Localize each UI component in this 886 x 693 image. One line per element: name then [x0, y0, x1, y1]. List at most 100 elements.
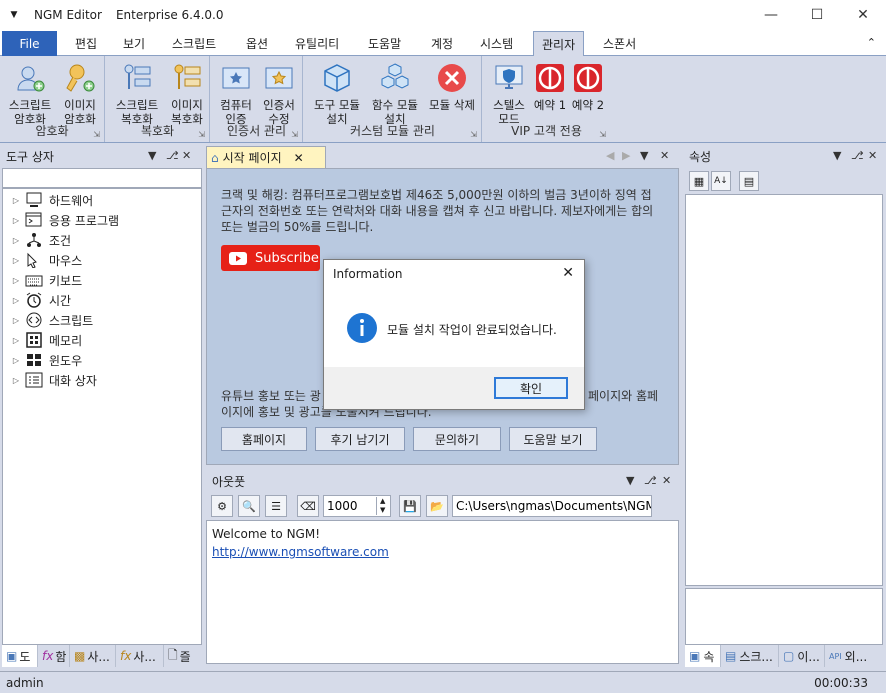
tab-edit[interactable]: 편집	[75, 35, 97, 52]
website-link[interactable]: http://www.ngmsoftware.com	[212, 543, 673, 561]
repeat-input[interactable]	[324, 499, 376, 513]
tab-favorites[interactable]: 🗋 즐	[164, 645, 202, 667]
reserve-1-button[interactable]: 예약 1	[531, 62, 569, 112]
install-function-module-button[interactable]: 함수 모듈 설치	[366, 62, 424, 126]
dialog-close-icon[interactable]: ✕	[562, 265, 574, 281]
tab-functions[interactable]: fx 함	[38, 645, 70, 667]
edit-certificate-button[interactable]: 인증서 수정	[257, 62, 301, 126]
tree-item-hardware[interactable]: ▷ 하드웨어	[3, 190, 93, 210]
reserve-2-button[interactable]: 예약 2	[569, 62, 607, 112]
expand-arrow-icon[interactable]: ▷	[9, 376, 23, 385]
computer-auth-button[interactable]: 컴퓨터 인증	[215, 62, 257, 126]
stealth-mode-button[interactable]: 스텔스 모드	[487, 62, 531, 126]
panel-menu-icon[interactable]: ▼	[148, 149, 156, 162]
expand-arrow-icon[interactable]: ▷	[9, 356, 23, 365]
inquiry-button[interactable]: 문의하기	[413, 427, 501, 451]
sort-az-button[interactable]: A↓	[711, 171, 731, 191]
tab-close-icon[interactable]: ✕	[294, 151, 304, 165]
expand-arrow-icon[interactable]: ▷	[9, 316, 23, 325]
save-button[interactable]: 💾	[399, 495, 421, 517]
decrypt-script-button[interactable]: 스크립트 복호화	[110, 62, 164, 126]
maximize-button[interactable]: ☐	[794, 0, 840, 30]
dialog-launcher-icon[interactable]: ⇲	[470, 130, 477, 139]
dialog-launcher-icon[interactable]: ⇲	[198, 130, 205, 139]
pin-icon[interactable]: ⎇	[644, 474, 657, 487]
tab-help[interactable]: 도움말	[368, 35, 401, 52]
encrypt-script-button[interactable]: 스크립트 암호화	[4, 62, 56, 126]
tab-sponsor[interactable]: 스폰서	[603, 35, 636, 52]
tree-item-dialog[interactable]: ▷ 대화 상자	[3, 370, 97, 390]
property-pages-button[interactable]: ▤	[739, 171, 759, 191]
tab-images[interactable]: ▢ 이...	[779, 645, 825, 667]
panel-close-icon[interactable]: ✕	[868, 149, 877, 162]
tab-options[interactable]: 옵션	[246, 35, 268, 52]
tab-system[interactable]: 시스템	[480, 35, 513, 52]
erase-button[interactable]: ⌫	[297, 495, 319, 517]
open-folder-button[interactable]: 📂	[426, 495, 448, 517]
dialog-launcher-icon[interactable]: ⇲	[599, 130, 606, 139]
homepage-button[interactable]: 홈페이지	[221, 427, 307, 451]
scroll-right-icon[interactable]: ▶	[622, 149, 630, 162]
minimize-button[interactable]: —	[748, 0, 794, 30]
help-button[interactable]: 도움말 보기	[509, 427, 597, 451]
expand-arrow-icon[interactable]: ▷	[9, 236, 23, 245]
dialog-launcher-icon[interactable]: ⇲	[291, 130, 298, 139]
write-review-button[interactable]: 후기 남기기	[315, 427, 405, 451]
tree-item-window[interactable]: ▷ 윈도우	[3, 350, 82, 370]
categorized-button[interactable]: ▦	[689, 171, 709, 191]
tree-item-condition[interactable]: ▷ 조건	[3, 230, 71, 250]
repeat-stepper[interactable]: ▲▼	[323, 495, 391, 517]
pin-icon[interactable]: ⎇	[166, 149, 179, 162]
tab-account[interactable]: 계정	[431, 35, 453, 52]
system-menu-icon[interactable]: ▼	[4, 10, 24, 20]
clear-output-button[interactable]: ⚙	[211, 495, 233, 517]
encrypt-image-button[interactable]: 이미지 암호화	[56, 62, 104, 126]
close-button[interactable]: ✕	[840, 0, 886, 30]
tab-toolbox[interactable]: ▣ 도	[2, 645, 38, 667]
document-close-icon[interactable]: ✕	[660, 149, 669, 162]
panel-menu-icon[interactable]: ▼	[833, 149, 841, 162]
dialog-launcher-icon[interactable]: ⇲	[93, 130, 100, 139]
tree-item-keyboard[interactable]: ▷ 키보드	[3, 270, 82, 290]
tab-script[interactable]: 스크립트	[172, 35, 216, 52]
tab-external[interactable]: API 외...	[825, 645, 883, 667]
tree-item-application[interactable]: ▷ 응용 프로그램	[3, 210, 119, 230]
install-tool-module-button[interactable]: 도구 모듈 설치	[308, 62, 366, 126]
ok-button[interactable]: 확인	[494, 377, 568, 399]
expand-arrow-icon[interactable]: ▷	[9, 256, 23, 265]
subscribe-button[interactable]: Subscribe	[221, 245, 320, 271]
expand-arrow-icon[interactable]: ▷	[9, 336, 23, 345]
find-button[interactable]: 🔍	[238, 495, 260, 517]
toolbox-search-input[interactable]	[2, 168, 202, 188]
pin-icon[interactable]: ⎇	[851, 149, 864, 162]
property-grid[interactable]	[685, 194, 883, 586]
collapse-ribbon-icon[interactable]: ⌃	[867, 36, 876, 49]
tab-admin[interactable]: 관리자	[533, 31, 585, 57]
path-input[interactable]	[452, 495, 652, 517]
scroll-left-icon[interactable]: ◀	[606, 149, 614, 162]
tab-properties[interactable]: ▣ 속	[685, 645, 721, 667]
tab-user[interactable]: ▩ 사...	[70, 645, 116, 667]
panel-menu-icon[interactable]: ▼	[626, 474, 634, 487]
tree-item-script[interactable]: ▷ 스크립트	[3, 310, 93, 330]
file-tab[interactable]: File	[2, 31, 57, 56]
tab-list-icon[interactable]: ▼	[640, 149, 648, 162]
expand-arrow-icon[interactable]: ▷	[9, 196, 23, 205]
wrap-button[interactable]: ☰	[265, 495, 287, 517]
tab-user-functions[interactable]: fx 사...	[116, 645, 164, 667]
tree-item-memory[interactable]: ▷ 메모리	[3, 330, 82, 350]
tree-item-time[interactable]: ▷ 시간	[3, 290, 71, 310]
tab-utility[interactable]: 유틸리티	[295, 35, 339, 52]
expand-arrow-icon[interactable]: ▷	[9, 276, 23, 285]
tab-scripts[interactable]: ▤ 스크...	[721, 645, 779, 667]
expand-arrow-icon[interactable]: ▷	[9, 216, 23, 225]
expand-arrow-icon[interactable]: ▷	[9, 296, 23, 305]
tree-item-mouse[interactable]: ▷ 마우스	[3, 250, 82, 270]
tab-view[interactable]: 보기	[123, 35, 145, 52]
tab-start-page[interactable]: ⌂ 시작 페이지 ✕	[206, 146, 326, 168]
delete-module-button[interactable]: 모듈 삭제	[424, 62, 480, 112]
panel-close-icon[interactable]: ✕	[662, 474, 671, 487]
panel-close-icon[interactable]: ✕	[182, 149, 191, 162]
decrypt-image-button[interactable]: 이미지 복호화	[164, 62, 210, 126]
spin-arrows-icon[interactable]: ▲ ▼	[376, 497, 388, 515]
